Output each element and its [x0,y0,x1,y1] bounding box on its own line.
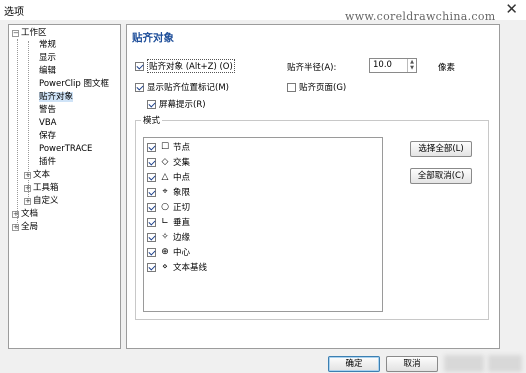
options-tree[interactable]: − 工作区 常规 显示 编辑 PowerClip 图文框 贴齐对象 警告 VBA … [8,24,121,349]
checkbox-box[interactable] [135,82,144,92]
checkbox-box[interactable] [147,262,156,272]
tree-item-document[interactable]: + 文档 [12,208,38,220]
expand-icon: + [24,184,31,192]
tree-item-general[interactable]: 常规 [39,39,56,51]
list-item[interactable]: ⋄ 文本基线 [147,261,207,273]
modes-group: 模式 ☐ 节点 ◇ 交集 △ 中点 ⌖ 象限 ○ 正切 ∟ 垂直 ✧ 边缘 ⊕ … [135,114,489,320]
tree-item-powertrace[interactable]: PowerTRACE [39,143,92,155]
checkbox-box[interactable] [147,142,156,152]
expand-icon: + [12,223,19,231]
spin-buttons[interactable]: ▲ ▼ [407,59,416,72]
checkbox-box[interactable] [287,82,296,92]
checkbox-box[interactable] [147,217,156,227]
list-item[interactable]: ⊕ 中心 [147,246,190,258]
checkbox-box[interactable] [147,157,156,167]
deselect-all-button[interactable]: 全部取消(C) [410,168,472,184]
snap-radius-label: 贴齐半径(A): [287,63,337,73]
quadrant-icon: ⌖ [162,187,168,197]
center-icon: ⊕ [161,247,169,257]
tree-item-vba[interactable]: VBA [39,117,56,129]
tree-item-toolbox[interactable]: + 工具箱 [24,182,59,194]
tree-guide-line [17,39,18,229]
list-item[interactable]: ∟ 垂直 [147,216,190,228]
tree-item-customize[interactable]: + 自定义 [24,195,59,207]
ok-button[interactable]: 确定 [328,356,380,372]
page-title: 贴齐对象 [132,32,174,44]
tree-item-plugins[interactable]: 插件 [39,156,56,168]
checkbox-box[interactable] [147,172,156,182]
snap-pages-checkbox[interactable]: 贴齐页面(G) [287,81,346,93]
blurred-button [488,355,522,372]
blurred-button [444,355,484,372]
edge-icon: ✧ [161,232,169,242]
list-item[interactable]: ⌖ 象限 [147,186,190,198]
expand-icon: + [12,210,19,218]
snap-radius-unit: 像素 [438,63,456,73]
checkbox-box[interactable] [147,232,156,242]
list-item[interactable]: ○ 正切 [147,201,190,213]
checkbox-box[interactable] [147,202,156,212]
checkbox-box[interactable] [147,99,156,109]
watermark: www.coreldrawchina.com [345,10,496,23]
window-title: 选项 [4,7,24,18]
cancel-button[interactable]: 取消 [386,356,438,372]
tree-item-edit[interactable]: 编辑 [39,65,56,77]
tree-item-warnings[interactable]: 警告 [39,104,56,116]
snap-radius-input[interactable]: 10.0 ▲ ▼ [369,58,417,73]
intersection-icon: ◇ [161,157,169,167]
settings-panel: 贴齐对象 贴齐对象 (Alt+Z) (O) 显示贴齐位置标记(M) 屏幕提示(R… [126,24,500,349]
tree-item-save[interactable]: 保存 [39,130,56,142]
checkbox-box[interactable] [147,187,156,197]
collapse-icon[interactable]: − [12,30,19,37]
close-icon[interactable]: ✕ [505,0,518,18]
tree-item-powerclip[interactable]: PowerClip 图文框 [39,78,109,90]
tree-item-text[interactable]: + 文本 [24,169,50,181]
perpendicular-icon: ∟ [161,217,169,227]
tangent-icon: ○ [161,202,169,212]
list-item[interactable]: ☐ 节点 [147,141,190,153]
node-icon: ☐ [160,142,170,152]
select-all-button[interactable]: 选择全部(L) [410,141,472,157]
screen-tips-checkbox[interactable]: 屏幕提示(R) [147,98,206,110]
text-baseline-icon: ⋄ [162,262,168,272]
tree-item-snap-objects[interactable]: 贴齐对象 [39,91,74,103]
midpoint-icon: △ [161,172,169,182]
list-item[interactable]: ◇ 交集 [147,156,190,168]
tree-item-global[interactable]: + 全局 [12,221,38,233]
snap-objects-checkbox[interactable]: 贴齐对象 (Alt+Z) (O) [135,59,235,73]
expand-icon: + [24,171,31,179]
checkbox-box[interactable] [135,61,144,71]
expand-icon: + [24,197,31,205]
list-item[interactable]: △ 中点 [147,171,190,183]
spin-down-icon[interactable]: ▼ [408,65,416,71]
show-snap-marks-checkbox[interactable]: 显示贴齐位置标记(M) [135,81,229,93]
modes-list[interactable]: ☐ 节点 ◇ 交集 △ 中点 ⌖ 象限 ○ 正切 ∟ 垂直 ✧ 边缘 ⊕ 中心 … [143,137,383,312]
checkbox-box[interactable] [147,247,156,257]
modes-group-title: 模式 [141,114,163,126]
list-item[interactable]: ✧ 边缘 [147,231,190,243]
tree-item-workspace[interactable]: − 工作区 [12,27,47,39]
tree-item-display[interactable]: 显示 [39,52,56,64]
